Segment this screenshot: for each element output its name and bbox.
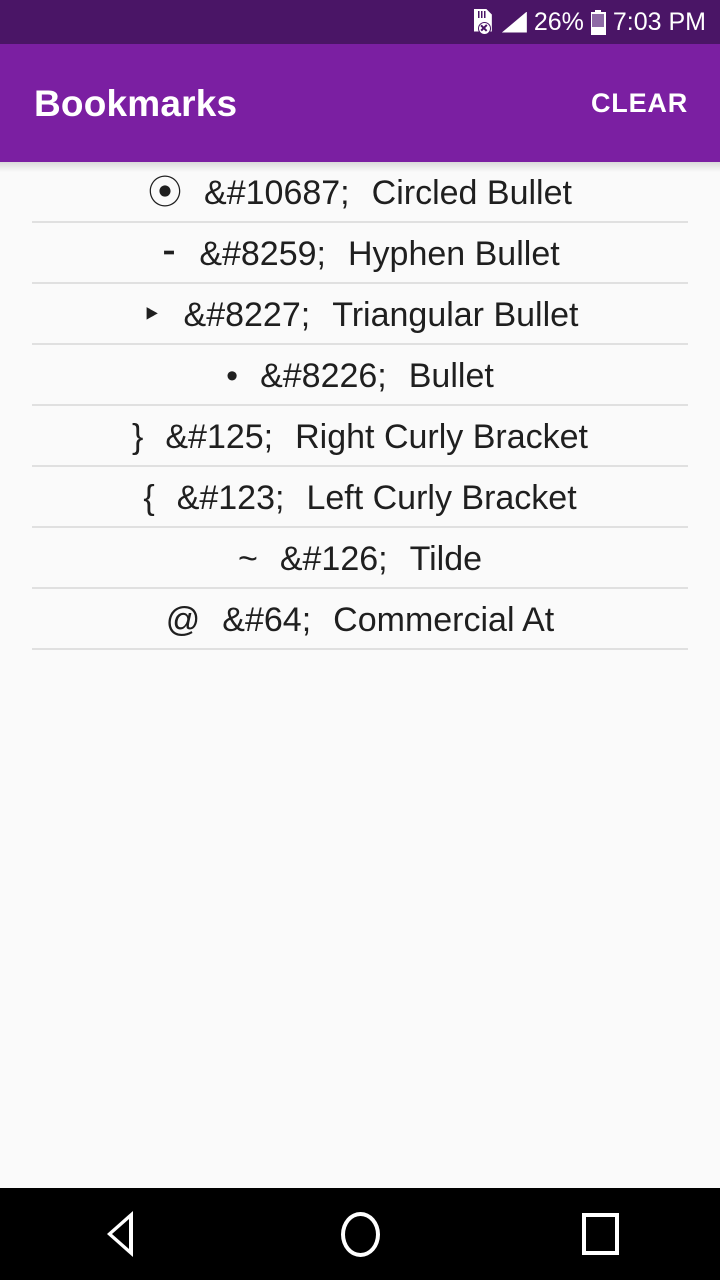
sd-card-off-icon [472,8,495,36]
list-item-glyph: @ [165,600,201,639]
list-item[interactable]: } &#125; Right Curly Bracket [0,406,720,467]
status-bar: 26% 7:03 PM [0,0,720,44]
back-triangle-icon [107,1211,133,1257]
nav-recents-button[interactable] [540,1188,660,1280]
list-item-glyph: ~ [237,539,258,578]
list-item-name: Hyphen Bullet [347,234,560,273]
app-bar: Bookmarks CLEAR [0,44,720,172]
list-item-entity: &#64; [222,600,312,639]
bookmarks-list: ⦿ &#10687; Circled Bullet ⁃ &#8259; Hyph… [0,162,720,1188]
list-item-name: Right Curly Bracket [295,417,588,456]
list-item-entity: &#125; [165,417,274,456]
recents-square-icon [581,1213,619,1255]
list-item-name: Bullet [408,356,494,395]
list-item[interactable]: • &#8226; Bullet [0,345,720,406]
list-item[interactable]: @ &#64; Commercial At [0,589,720,650]
list-item-content: ⁃ &#8259; Hyphen Bullet [160,237,559,271]
signal-cellular-icon [501,11,527,33]
list-item-name: Left Curly Bracket [306,478,577,517]
list-item-name: Triangular Bullet [332,295,579,334]
clear-button[interactable]: CLEAR [589,84,690,123]
home-circle-icon [340,1211,380,1257]
status-bar-clock: 7:03 PM [612,7,706,36]
list-item[interactable]: ‣ &#8227; Triangular Bullet [0,284,720,345]
nav-home-button[interactable] [300,1188,420,1280]
list-item-name: Tilde [409,539,483,578]
list-item-glyph: • [226,356,239,395]
list-item-content: ‣ &#8227; Triangular Bullet [141,298,578,332]
battery-icon [590,9,606,35]
nav-back-button[interactable] [60,1188,180,1280]
list-item-glyph: ‣ [141,295,162,334]
android-nav-bar [0,1188,720,1280]
list-item-entity: &#123; [176,478,285,517]
list-item-entity: &#8259; [199,234,326,273]
list-item[interactable]: ⦿ &#10687; Circled Bullet [0,162,720,223]
status-bar-icons: 26% 7:03 PM [472,7,706,36]
list-item-glyph: ⦿ [148,173,183,212]
list-item[interactable]: ⁃ &#8259; Hyphen Bullet [0,223,720,284]
list-item-glyph: ⁃ [160,234,178,273]
list-item-entity: &#8226; [260,356,387,395]
list-item-glyph: } [132,417,144,456]
list-item-content: { &#123; Left Curly Bracket [143,481,576,515]
list-item-name: Commercial At [333,600,555,639]
list-item-content: @ &#64; Commercial At [166,603,554,637]
list-item-content: • &#8226; Bullet [226,359,494,393]
list-item-name: Circled Bullet [371,173,572,212]
list-item-content: ⦿ &#10687; Circled Bullet [148,176,572,210]
page-title: Bookmarks [34,82,238,124]
list-item[interactable]: { &#123; Left Curly Bracket [0,467,720,528]
list-item-content: ~ &#126; Tilde [238,542,482,576]
list-item[interactable]: ~ &#126; Tilde [0,528,720,589]
phone-screen: 26% 7:03 PM Bookmarks CLEAR ⦿ &#10687; C… [0,0,720,1280]
battery-percent-label: 26% [533,7,584,36]
list-item-content: } &#125; Right Curly Bracket [132,420,588,454]
list-item-glyph: { [143,478,155,517]
list-item-entity: &#8227; [183,295,311,334]
list-item-entity: &#126; [279,539,388,578]
list-item-entity: &#10687; [204,173,350,212]
